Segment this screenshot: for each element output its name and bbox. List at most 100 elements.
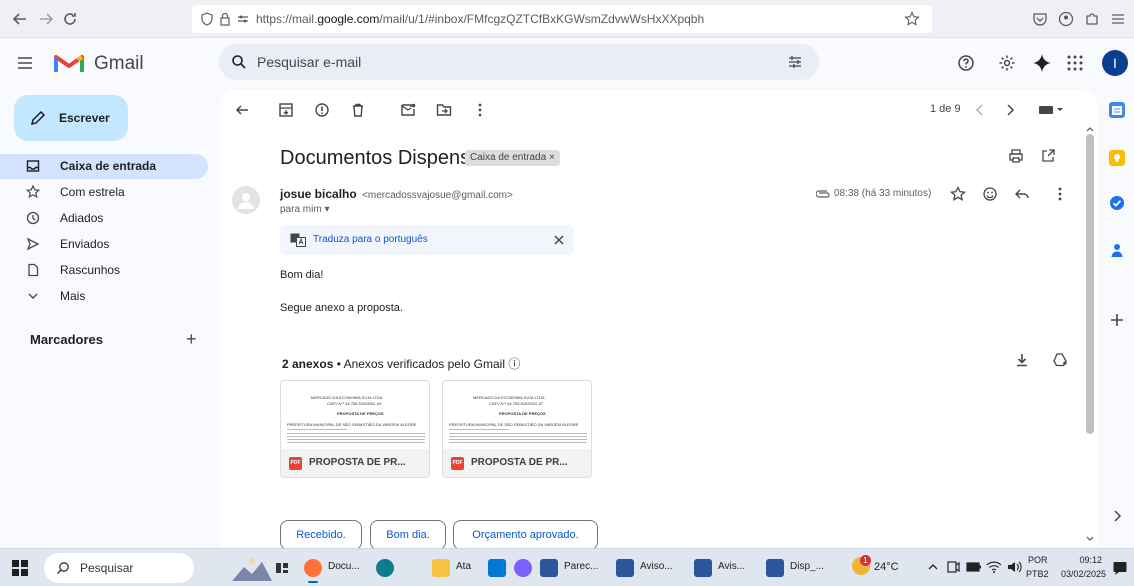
translate-link[interactable]: Traduza para o português (313, 234, 428, 245)
sidebar-item-inbox[interactable]: Caixa de entrada (0, 154, 208, 179)
windows-start-icon[interactable] (12, 560, 28, 576)
pagination-text: 1 de 9 (930, 103, 961, 115)
pocket-icon[interactable] (1032, 11, 1048, 27)
search-bar[interactable]: Pesquisar e-mail (219, 44, 819, 80)
sidebar-item-starred[interactable]: Com estrela (16, 180, 208, 205)
back-to-inbox-icon[interactable] (234, 102, 250, 118)
older-chevron-icon[interactable] (1002, 102, 1018, 118)
account-icon[interactable] (1058, 11, 1074, 27)
recipients-toggle[interactable]: para mim ▾ (280, 204, 329, 215)
more-options-icon[interactable] (472, 102, 488, 118)
get-addons-plus-icon[interactable] (1109, 312, 1125, 328)
scroll-thumb[interactable] (1086, 134, 1094, 434)
battery-icon[interactable] (966, 560, 982, 574)
scroll-up-icon[interactable] (1086, 126, 1094, 132)
taskbar-app-word[interactable]: Parec... (540, 557, 612, 579)
add-to-drive-icon[interactable] (1052, 352, 1068, 368)
doc-preview-line (449, 442, 587, 443)
message-scrollbar[interactable] (1084, 124, 1096, 546)
mark-unread-icon[interactable] (400, 102, 416, 118)
newer-chevron-icon[interactable] (972, 102, 988, 118)
doc-preview-line (287, 442, 425, 443)
smart-reply-button[interactable]: Bom dia. (370, 520, 446, 548)
gmail-logo-text[interactable]: Gmail (94, 53, 144, 75)
taskbar-app-edge[interactable] (376, 557, 400, 579)
bookmark-star-icon[interactable] (904, 11, 920, 27)
message-more-icon[interactable] (1052, 186, 1068, 202)
shield-icon[interactable] (200, 12, 214, 26)
weather-widget[interactable]: 1 24°C (852, 555, 916, 579)
language-indicator[interactable]: POR PTB2 (1026, 553, 1056, 583)
help-icon[interactable] (957, 54, 975, 72)
move-to-icon[interactable] (436, 102, 452, 118)
gemini-sparkle-icon[interactable] (1032, 53, 1052, 73)
download-all-icon[interactable] (1014, 352, 1030, 368)
search-options-icon[interactable] (787, 54, 803, 70)
sidebar-item-more[interactable]: Mais (16, 284, 208, 309)
windows-taskbar: Pesquisar Docu... Ata Parec... Aviso... … (0, 548, 1134, 586)
taskbar-app-word[interactable]: Avis... (694, 557, 760, 579)
tasks-icon[interactable] (1109, 195, 1125, 211)
pencil-icon (30, 110, 46, 126)
open-new-window-icon[interactable] (1040, 148, 1056, 164)
taskbar-app-word[interactable]: Disp_... (766, 557, 834, 579)
taskbar-app-explorer[interactable]: Ata (432, 557, 476, 579)
compose-button[interactable]: Escrever (14, 95, 128, 141)
search-icon[interactable] (231, 54, 247, 70)
clock[interactable]: 09:12 03/02/2025 (1058, 553, 1106, 583)
taskbar-app-label: Parec... (564, 561, 599, 572)
emoji-reaction-icon[interactable] (982, 186, 998, 202)
settings-gear-icon[interactable] (998, 54, 1016, 72)
attachment-card[interactable]: MERCADO DA ECONOMIA SVJA LTDA CNPJ N.º 4… (280, 380, 430, 478)
taskbar-app-word[interactable]: Aviso... (616, 557, 688, 579)
notifications-icon[interactable] (1112, 560, 1128, 576)
contacts-icon[interactable] (1109, 242, 1125, 258)
calendar-icon[interactable] (1109, 102, 1125, 118)
scroll-down-icon[interactable] (1086, 536, 1094, 542)
landscape-widget-icon[interactable] (232, 553, 272, 583)
report-spam-icon[interactable] (314, 102, 330, 118)
sidebar-item-drafts[interactable]: Rascunhos (16, 258, 208, 283)
gmail-logo-icon[interactable] (54, 52, 84, 74)
taskbar-search[interactable]: Pesquisar (44, 553, 194, 583)
taskbar-app-firefox[interactable]: Docu... (304, 557, 364, 583)
archive-icon[interactable] (278, 102, 294, 118)
translate-icon (290, 233, 306, 247)
hamburger-menu-icon[interactable] (1110, 11, 1126, 27)
tray-chevron-up-icon[interactable] (927, 561, 939, 573)
close-translate-icon[interactable] (552, 233, 566, 247)
attachment-card[interactable]: MERCADO DA ECONOMIA SVJA LTDA CNPJ N.º 4… (442, 380, 592, 478)
extensions-icon[interactable] (1084, 11, 1100, 27)
account-avatar[interactable]: I (1102, 50, 1128, 76)
wifi-icon[interactable] (986, 560, 1002, 574)
star-message-icon[interactable] (950, 186, 966, 202)
add-label-button[interactable]: + (186, 329, 197, 350)
task-view-icon[interactable] (274, 560, 290, 576)
lock-icon[interactable] (218, 12, 232, 26)
sidebar-item-sent[interactable]: Enviados (16, 232, 208, 257)
sender-name[interactable]: josue bicalho (280, 187, 357, 201)
reload-icon[interactable] (60, 9, 80, 29)
permissions-icon[interactable] (236, 12, 250, 26)
apps-grid-icon[interactable] (1066, 54, 1084, 72)
reply-icon[interactable] (1014, 186, 1030, 202)
search-input[interactable]: Pesquisar e-mail (257, 54, 361, 70)
taskbar-app-outlook[interactable] (488, 557, 512, 579)
smart-reply-button[interactable]: Orçamento aprovado. (453, 520, 598, 548)
main-menu-icon[interactable] (16, 54, 34, 72)
address-bar[interactable]: https://mail.google.com/mail/u/1/#inbox/… (192, 5, 932, 33)
taskbar-app-copilot[interactable] (514, 557, 538, 579)
keep-icon[interactable] (1109, 150, 1125, 166)
forward-arrow-icon[interactable] (36, 9, 56, 29)
volume-icon[interactable] (1006, 560, 1022, 574)
folder-chip[interactable]: Caixa de entrada × (465, 150, 560, 166)
print-icon[interactable] (1008, 148, 1024, 164)
show-side-panel-chevron-icon[interactable] (1109, 508, 1125, 524)
smart-reply-button[interactable]: Recebido. (280, 520, 362, 548)
back-arrow-icon[interactable] (10, 9, 30, 29)
keyboard-layout: PTB2 (1026, 569, 1049, 579)
sidebar-item-snoozed[interactable]: Adiados (16, 206, 208, 231)
meet-now-icon[interactable] (946, 560, 960, 574)
delete-trash-icon[interactable] (350, 102, 366, 118)
input-tools-icon[interactable] (1038, 102, 1064, 118)
